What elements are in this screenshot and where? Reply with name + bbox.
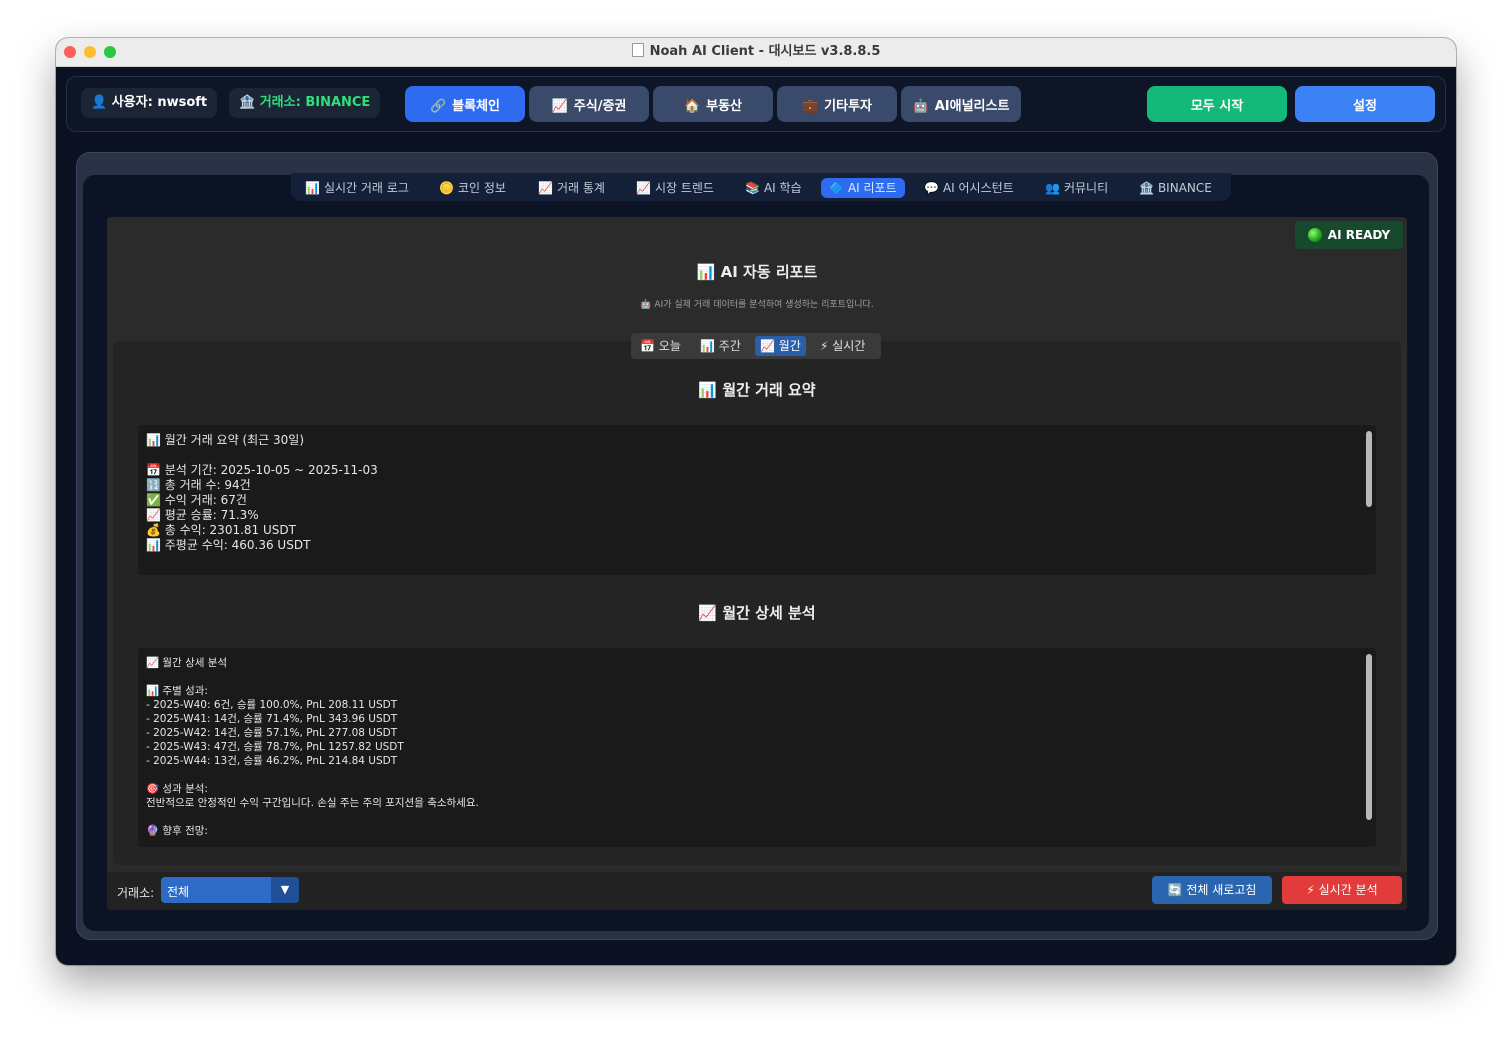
main-inner-panel: 📊 실시간 거래 로그 🪙 코인 정보 📈 거래 통계 📈 시장 트렌드 📚 AI 학습 … bbox=[83, 173, 1429, 931]
user-chip: 👤 사용자: nwsoft bbox=[81, 88, 218, 118]
detail-scrollbar[interactable] bbox=[1366, 654, 1372, 820]
chart-up-icon: 📈 bbox=[698, 604, 718, 622]
detail-line: 🎯 성과 분석: bbox=[146, 783, 208, 795]
refresh-all-button[interactable]: 🔄 전체 새로고침 bbox=[1152, 876, 1272, 904]
detail-line: 📊 주별 성과: bbox=[146, 685, 208, 697]
tab-coin-info[interactable]: 🪙 코인 정보 bbox=[431, 178, 514, 198]
lightning-icon: ⚡ bbox=[820, 339, 829, 353]
period-tab-realtime[interactable]: ⚡ 실시간 bbox=[815, 336, 870, 356]
main-panel: 📊 실시간 거래 로그 🪙 코인 정보 📈 거래 통계 📈 시장 트렌드 📚 AI 학습 … bbox=[76, 152, 1438, 940]
detail-line: 📈 월간 상세 분석 bbox=[146, 657, 228, 669]
top-toolbar: 👤 사용자: nwsoft 🏦 거래소: BINANCE 🔗 블록체인 📈 주식/증… bbox=[66, 76, 1446, 132]
house-icon: 🏠 bbox=[683, 98, 701, 114]
nav-other-invest-button[interactable]: 💼 기타투자 bbox=[777, 86, 897, 122]
document-icon bbox=[631, 43, 644, 57]
report-subtitle: 🤖 AI가 실제 거래 데이터를 분석하여 생성하는 리포트입니다. bbox=[640, 300, 874, 310]
tab-trade-stats[interactable]: 📈 거래 통계 bbox=[530, 178, 613, 198]
period-tabs: 📅 오늘 📊 주간 📈 월간 ⚡ 실시간 bbox=[631, 333, 881, 359]
detail-line: - 2025-W40: 6건, 승률 100.0%, PnL 208.11 US… bbox=[146, 699, 398, 711]
detail-line: - 2025-W41: 14건, 승률 71.4%, PnL 343.96 US… bbox=[146, 713, 398, 725]
realtime-analysis-button[interactable]: ⚡ 실시간 분석 bbox=[1282, 876, 1402, 904]
exchange-chip: 🏦 거래소: BINANCE bbox=[229, 88, 381, 118]
summary-scrollbar[interactable] bbox=[1366, 431, 1372, 507]
detail-textbox[interactable]: 📈 월간 상세 분석 📊 주별 성과: - 2025-W40: 6건, 승률 1… bbox=[138, 648, 1376, 847]
detail-line: - 2025-W42: 14건, 승률 57.1%, PnL 277.08 US… bbox=[146, 727, 398, 739]
tab-ai-learning[interactable]: 📚 AI 학습 bbox=[737, 178, 810, 198]
detail-line: - 2025-W43: 47건, 승률 78.7%, PnL 1257.82 U… bbox=[146, 741, 404, 753]
tab-ai-assistant[interactable]: 💬 AI 어시스턴트 bbox=[916, 178, 1022, 198]
detail-section-title: 📈 월간 상세 분석 bbox=[698, 604, 816, 622]
robot-icon: 🤖 bbox=[640, 300, 652, 310]
detail-line: - 2025-W44: 13건, 승률 46.2%, PnL 214.84 US… bbox=[146, 755, 398, 767]
period-tab-weekly[interactable]: 📊 주간 bbox=[695, 336, 746, 356]
tab-bar: 📊 실시간 거래 로그 🪙 코인 정보 📈 거래 통계 📈 시장 트렌드 📚 AI 학습 … bbox=[291, 173, 1231, 201]
period-tab-monthly[interactable]: 📈 월간 bbox=[755, 336, 806, 356]
diamond-icon: 🔷 bbox=[829, 181, 844, 195]
bar-chart-icon: 📊 bbox=[696, 263, 716, 281]
bank-icon: 🏦 bbox=[239, 95, 256, 110]
speech-bubble-icon: 💬 bbox=[924, 181, 939, 195]
title-bar: Noah AI Client - 대시보드 v3.8.8.5 bbox=[56, 38, 1456, 67]
ai-status-badge: AI READY bbox=[1295, 221, 1403, 249]
bar-chart-icon: 📊 bbox=[698, 381, 718, 399]
exchange-filter-label: 거래소: bbox=[117, 886, 155, 900]
app-window: Noah AI Client - 대시보드 v3.8.8.5 👤 사용자: nw… bbox=[56, 38, 1456, 965]
calendar-icon: 📅 bbox=[640, 339, 655, 353]
briefcase-icon: 💼 bbox=[801, 98, 819, 114]
tab-market-trend[interactable]: 📈 시장 트렌드 bbox=[628, 178, 722, 198]
refresh-icon: 🔄 bbox=[1167, 883, 1183, 897]
tab-ai-report[interactable]: 🔷 AI 리포트 bbox=[821, 178, 905, 198]
coin-icon: 🪙 bbox=[439, 181, 454, 195]
tab-realtime-log[interactable]: 📊 실시간 거래 로그 bbox=[297, 178, 417, 198]
books-icon: 📚 bbox=[745, 181, 760, 195]
period-report-area: 📅 오늘 📊 주간 📈 월간 ⚡ 실시간 📊 월간 거래 요약 📊 월간 거래 … bbox=[113, 333, 1401, 865]
report-title: 📊 AI 자동 리포트 bbox=[696, 263, 818, 281]
green-status-dot-icon bbox=[1307, 228, 1322, 242]
exchange-filter-select[interactable]: 전체 ▼ bbox=[161, 877, 299, 903]
nav-ai-analyst-button[interactable]: 🤖 AI애널리스트 bbox=[901, 86, 1021, 122]
summary-section-title: 📊 월간 거래 요약 bbox=[698, 381, 816, 399]
bottom-action-bar: 거래소: 전체 ▼ 🔄 전체 새로고침 ⚡ 실시간 분석 bbox=[107, 872, 1407, 910]
ai-report-content: AI READY 📊 AI 자동 리포트 🤖 AI가 실제 거래 데이터를 분석… bbox=[107, 217, 1407, 910]
nav-realestate-button[interactable]: 🏠 부동산 bbox=[653, 86, 773, 122]
nav-stocks-button[interactable]: 📈 주식/증권 bbox=[529, 86, 649, 122]
detail-line: 🔮 향후 전망: bbox=[146, 825, 208, 837]
summary-line: 📊 월간 거래 요약 (최근 30일) bbox=[146, 433, 305, 447]
bank-icon: 🏦 bbox=[1139, 181, 1154, 195]
settings-button[interactable]: 설정 bbox=[1295, 86, 1435, 122]
link-icon: 🔗 bbox=[429, 98, 447, 114]
period-tab-today[interactable]: 📅 오늘 bbox=[635, 336, 686, 356]
lightning-icon: ⚡ bbox=[1306, 883, 1315, 897]
robot-icon: 🤖 bbox=[912, 98, 929, 114]
detail-line: 전반적으로 안정적인 수익 구간입니다. 손실 주는 주의 포지션을 축소하세요… bbox=[146, 797, 479, 809]
exchange-filter-value: 전체 bbox=[167, 885, 190, 899]
window-title: Noah AI Client - 대시보드 v3.8.8.5 bbox=[56, 38, 1456, 66]
chart-up-icon: 📈 bbox=[551, 98, 568, 114]
start-all-button[interactable]: 모두 시작 bbox=[1147, 86, 1287, 122]
chevron-down-icon[interactable]: ▼ bbox=[271, 877, 299, 903]
tab-binance[interactable]: 🏦 BINANCE bbox=[1131, 178, 1220, 198]
bar-chart-icon: 📊 bbox=[700, 339, 715, 353]
summary-line: 📊 주평균 수익: 460.36 USDT bbox=[146, 538, 311, 552]
chart-up-icon: 📈 bbox=[760, 339, 775, 353]
summary-textbox[interactable]: 📊 월간 거래 요약 (최근 30일) 📅 분석 기간: 2025-10-05 … bbox=[138, 425, 1376, 575]
nav-blockchain-button[interactable]: 🔗 블록체인 bbox=[405, 86, 525, 122]
chart-up-icon: 📈 bbox=[636, 181, 651, 195]
bar-chart-icon: 📊 bbox=[305, 181, 320, 195]
people-icon: 👥 bbox=[1045, 181, 1060, 195]
user-icon: 👤 bbox=[91, 95, 108, 110]
tab-community[interactable]: 👥 커뮤니티 bbox=[1037, 178, 1116, 198]
chart-up-icon: 📈 bbox=[538, 181, 553, 195]
